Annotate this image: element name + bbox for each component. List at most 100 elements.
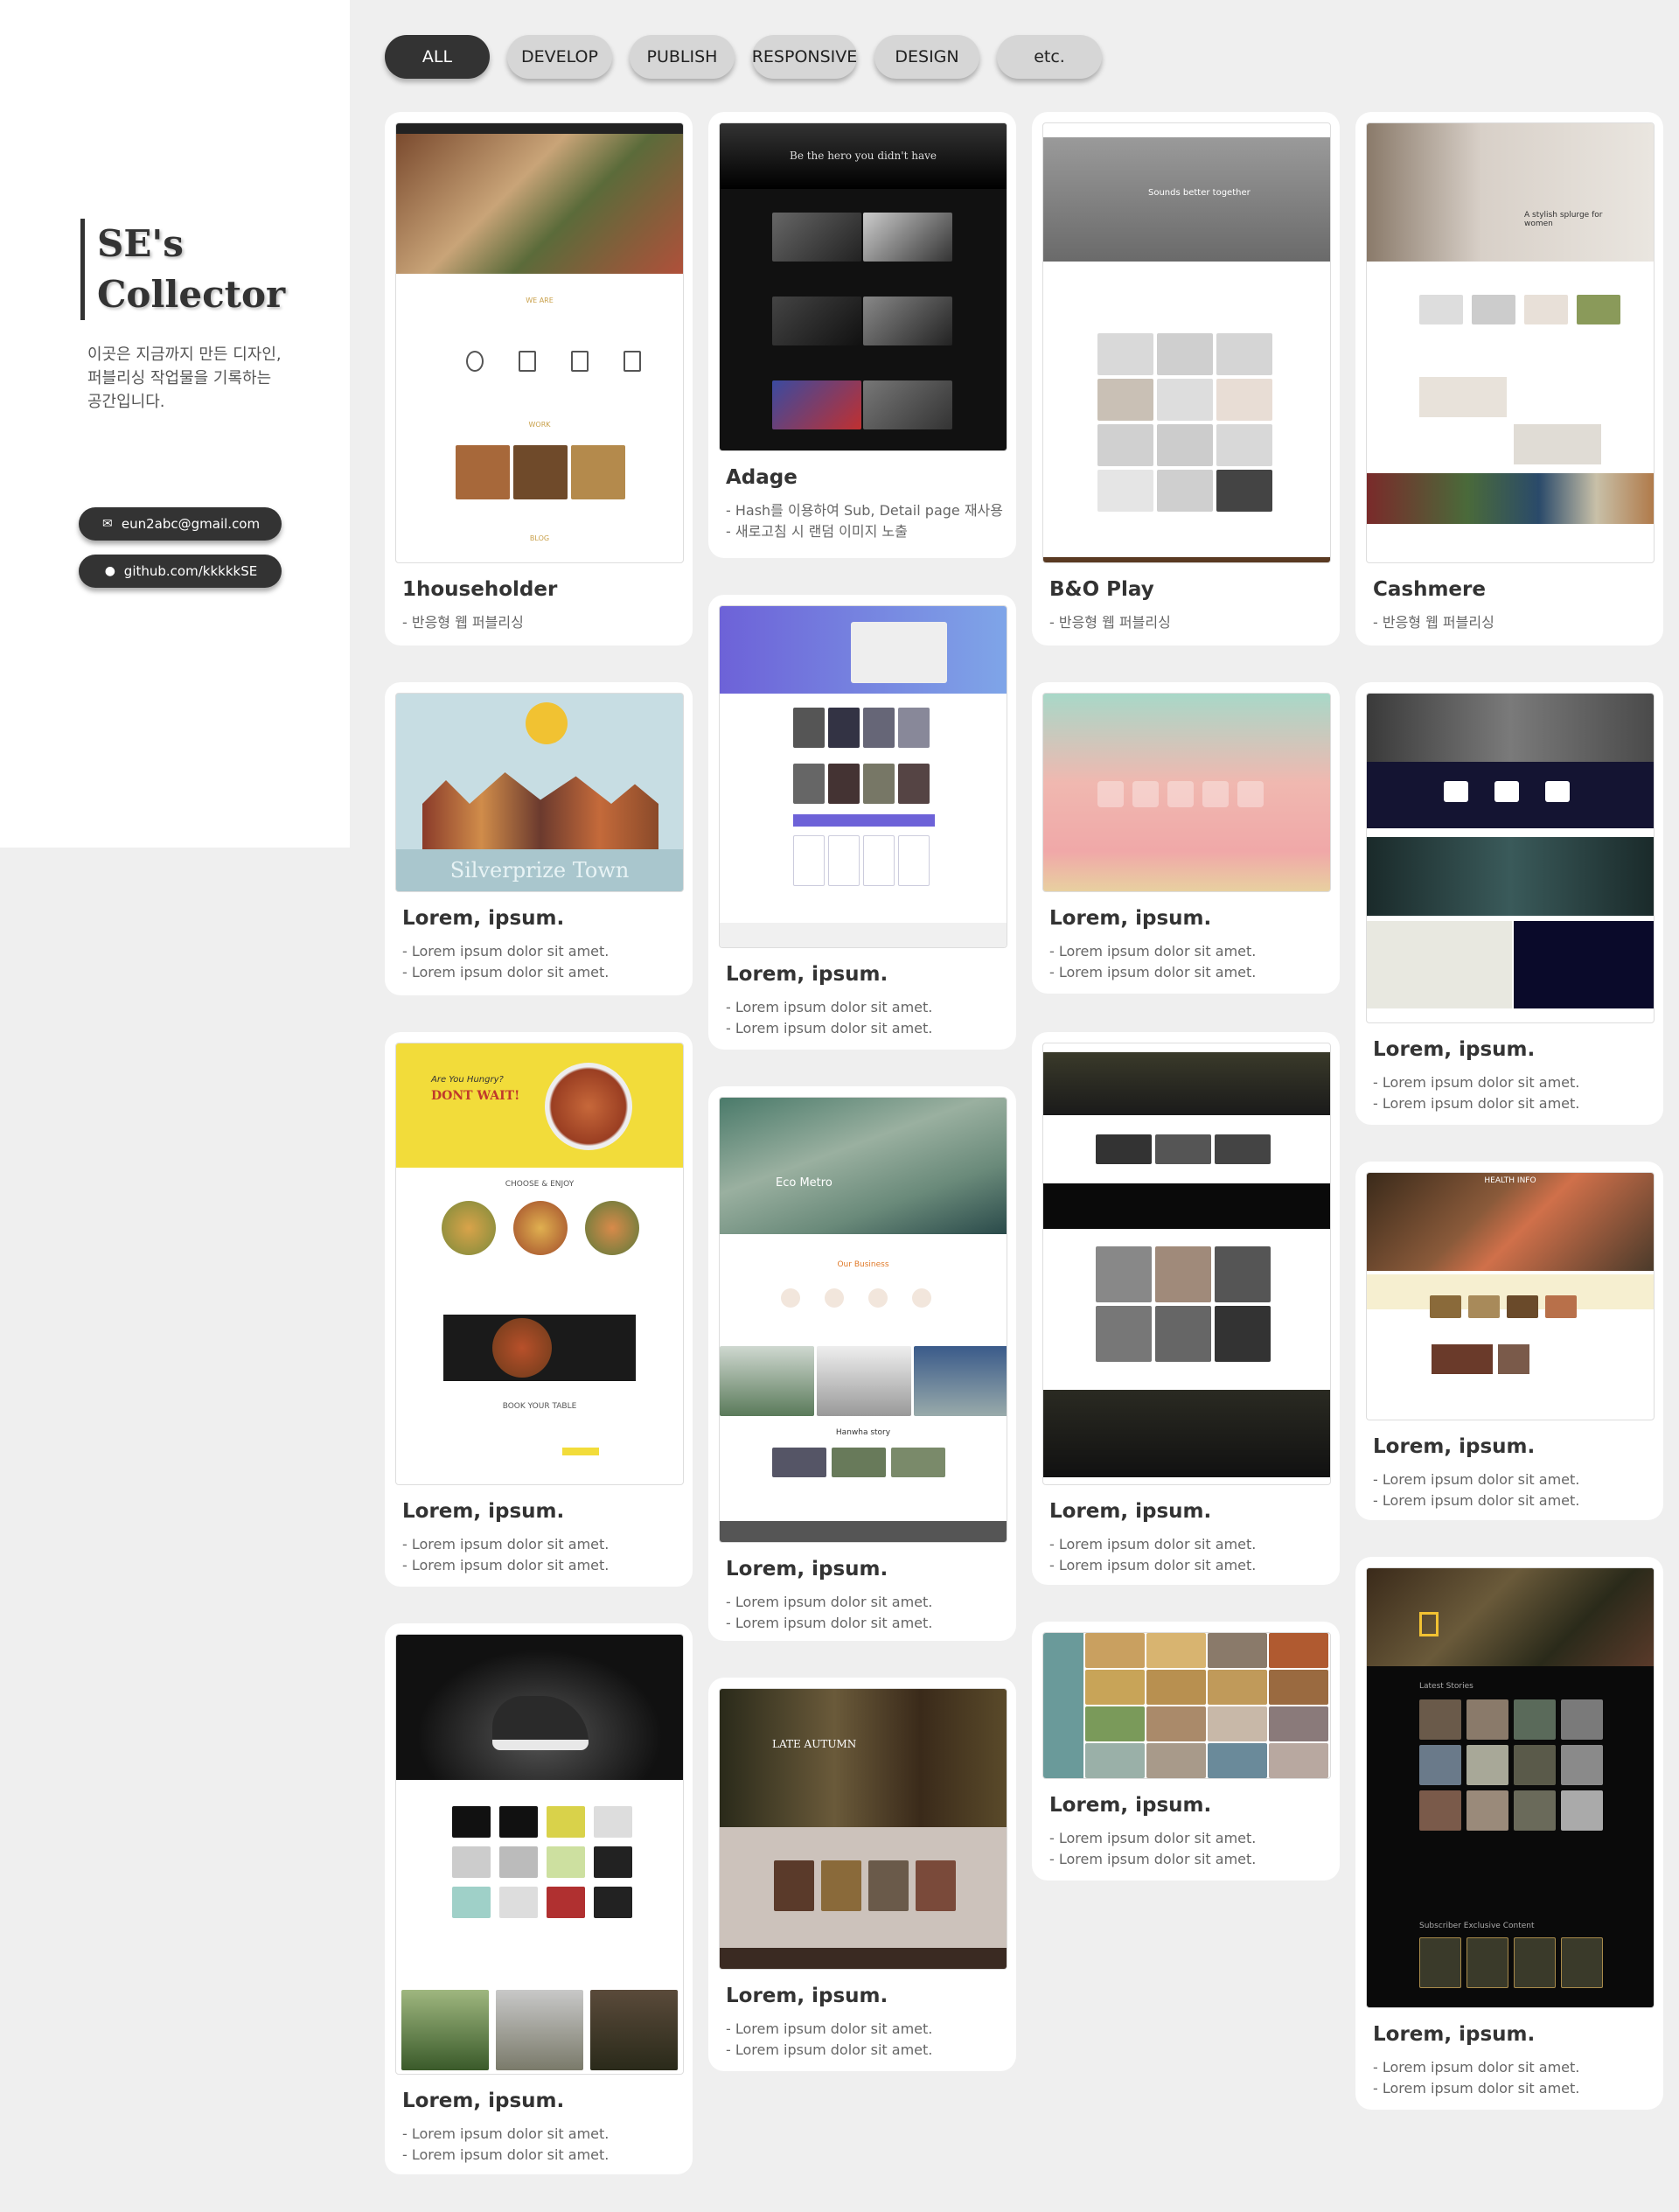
card-title: B&O Play <box>1049 578 1154 601</box>
project-thumbnail: Latest Stories Subscriber Exclusive Cont… <box>1366 1567 1655 2008</box>
portfolio-card[interactable]: Latest Stories Subscriber Exclusive Cont… <box>1355 1557 1663 2110</box>
card-title: Lorem, ipsum. <box>1049 1500 1212 1523</box>
project-thumbnail <box>1042 693 1331 892</box>
card-title: Cashmere <box>1373 578 1486 601</box>
portfolio-card[interactable]: Lorem, ipsum. - Lorem ipsum dolor sit am… <box>1355 682 1663 1125</box>
card-title: Lorem, ipsum. <box>1373 2023 1536 2046</box>
portfolio-card[interactable]: Silverprize Town Lorem, ipsum. - Lorem i… <box>385 682 693 995</box>
card-title: Lorem, ipsum. <box>1049 907 1212 930</box>
project-thumbnail <box>1042 1632 1331 1779</box>
project-thumbnail: Silverprize Town <box>395 693 684 892</box>
card-description: - Lorem ipsum dolor sit amet. - Lorem ips… <box>726 999 933 1036</box>
card-description: - Lorem ipsum dolor sit amet. - Lorem ips… <box>402 943 610 980</box>
filter-design[interactable]: DESIGN <box>874 35 979 79</box>
github-link[interactable]: ● github.com/kkkkkSE <box>79 555 282 588</box>
portfolio-card[interactable]: LATE AUTUMN Lorem, ipsum. - Lorem ipsum … <box>708 1678 1016 2071</box>
card-description: - Lorem ipsum dolor sit amet. - Lorem ips… <box>1373 2059 1580 2097</box>
portfolio-card[interactable]: Sounds better together B&O Play - 반응형 웹 … <box>1032 112 1340 645</box>
filter-etc[interactable]: etc. <box>997 35 1102 79</box>
card-description: - Lorem ipsum dolor sit amet. - Lorem ips… <box>726 2020 933 2058</box>
card-title: Lorem, ipsum. <box>1373 1038 1536 1061</box>
email-text: eun2abc@gmail.com <box>121 516 261 532</box>
thumb-caption: Our Business <box>837 1260 889 1269</box>
filter-all[interactable]: ALL <box>385 35 490 79</box>
project-thumbnail: WE ARE WORK BLOG <box>395 122 684 563</box>
card-description: - Lorem ipsum dolor sit amet. - Lorem ips… <box>1049 943 1257 980</box>
card-description: - Lorem ipsum dolor sit amet. - Lorem ips… <box>1373 1471 1580 1509</box>
thumb-caption: BOOK YOUR TABLE <box>502 1402 577 1411</box>
portfolio-card[interactable]: WE ARE WORK BLOG 1householder - 반응형 웹 퍼블… <box>385 112 693 645</box>
card-description: - 반응형 웹 퍼블리싱 <box>1049 614 1171 631</box>
portfolio-card[interactable]: A stylish splurge for women Cashmere - 반… <box>1355 112 1663 645</box>
project-thumbnail <box>719 605 1007 948</box>
card-description: - Lorem ipsum dolor sit amet. - Lorem ips… <box>1049 1830 1257 1867</box>
card-description: - 반응형 웹 퍼블리싱 <box>1373 614 1494 631</box>
portfolio-card[interactable]: HEALTH INFO Lorem, ipsum. - Lorem ipsum … <box>1355 1162 1663 1520</box>
site-title-line1: SE's <box>97 222 184 265</box>
thumb-caption: Silverprize Town <box>396 849 683 891</box>
portfolio-card[interactable]: Lorem, ipsum. - Lorem ipsum dolor sit am… <box>1032 1032 1340 1585</box>
card-description: - Lorem ipsum dolor sit amet. - Lorem ips… <box>1373 1074 1580 1112</box>
site-title: SE's Collector <box>80 219 285 320</box>
thumb-caption: Latest Stories <box>1419 1682 1473 1691</box>
project-thumbnail: Are You Hungry? DONT WAIT! CHOOSE & ENJO… <box>395 1043 684 1485</box>
project-thumbnail: A stylish splurge for women <box>1366 122 1655 563</box>
card-description: - Lorem ipsum dolor sit amet. - Lorem ips… <box>1049 1536 1257 1574</box>
card-title: Lorem, ipsum. <box>402 2090 565 2112</box>
portfolio-card[interactable]: Be the hero you didn't have Adage - Hash… <box>708 112 1016 558</box>
email-link[interactable]: ✉ eun2abc@gmail.com <box>79 507 282 541</box>
project-thumbnail: HEALTH INFO <box>1366 1172 1655 1420</box>
card-description: - Hash를 이용하여 Sub, Detail page 재사용 - 새로고침 … <box>726 502 1003 540</box>
card-title: Lorem, ipsum. <box>726 1985 888 2007</box>
project-thumbnail: Eco Metro Our Business Hanwha story <box>719 1097 1007 1543</box>
filter-responsive[interactable]: RESPONSIVE <box>752 35 857 79</box>
thumb-caption: Eco Metro <box>776 1176 833 1190</box>
portfolio-card[interactable]: Eco Metro Our Business Hanwha story Lore… <box>708 1086 1016 1641</box>
filter-publish[interactable]: PUBLISH <box>630 35 735 79</box>
thumb-caption: Sounds better together <box>1148 188 1251 198</box>
portfolio-card[interactable]: Lorem, ipsum. - Lorem ipsum dolor sit am… <box>708 595 1016 1050</box>
card-title: Adage <box>726 466 798 489</box>
thumb-caption: Hanwha story <box>835 1428 891 1437</box>
project-thumbnail: Sounds better together <box>1042 122 1331 563</box>
card-description: - 반응형 웹 퍼블리싱 <box>402 614 524 631</box>
project-thumbnail <box>1042 1043 1331 1485</box>
intro-line: 퍼블리싱 작업물을 기록하는 <box>87 369 272 387</box>
project-thumbnail: LATE AUTUMN <box>719 1688 1007 1970</box>
site-title-line2: Collector <box>97 273 286 316</box>
github-text: github.com/kkkkkSE <box>123 563 258 579</box>
thumb-caption: Are You Hungry? <box>431 1075 504 1085</box>
thumb-caption: LATE AUTUMN <box>772 1738 857 1750</box>
thumb-caption: DONT WAIT! <box>431 1089 520 1103</box>
project-thumbnail <box>395 1634 684 2075</box>
portfolio-card[interactable]: Lorem, ipsum. - Lorem ipsum dolor sit am… <box>1032 682 1340 994</box>
card-title: Lorem, ipsum. <box>402 1500 565 1523</box>
project-thumbnail <box>1366 693 1655 1023</box>
card-title: 1householder <box>402 578 558 601</box>
thumb-caption: Subscriber Exclusive Content <box>1419 1922 1535 1930</box>
portfolio-card[interactable]: Lorem, ipsum. - Lorem ipsum dolor sit am… <box>385 1623 693 2174</box>
category-filters: ALL DEVELOP PUBLISH RESPONSIVE DESIGN et… <box>385 35 1102 79</box>
card-description: - Lorem ipsum dolor sit amet. - Lorem ips… <box>726 1594 933 1631</box>
portfolio-card[interactable]: Are You Hungry? DONT WAIT! CHOOSE & ENJO… <box>385 1032 693 1587</box>
card-title: Lorem, ipsum. <box>1049 1794 1212 1817</box>
card-title: Lorem, ipsum. <box>726 963 888 986</box>
github-icon: ● <box>104 564 115 578</box>
thumb-caption: CHOOSE & ENJOY <box>505 1180 575 1189</box>
intro-line: 이곳은 지금까지 만든 디자인, <box>87 345 282 364</box>
filter-develop[interactable]: DEVELOP <box>507 35 612 79</box>
thumb-caption: Be the hero you didn't have <box>720 123 1007 189</box>
intro-text: 이곳은 지금까지 만든 디자인, 퍼블리싱 작업물을 기록하는 공간입니다. <box>87 343 324 414</box>
portfolio-card[interactable]: Lorem, ipsum. - Lorem ipsum dolor sit am… <box>1032 1622 1340 1881</box>
card-title: Lorem, ipsum. <box>726 1558 888 1580</box>
thumb-caption: A stylish splurge for women <box>1524 211 1603 228</box>
project-thumbnail: Be the hero you didn't have <box>719 122 1007 451</box>
sidebar: SE's Collector 이곳은 지금까지 만든 디자인, 퍼블리싱 작업물… <box>0 0 350 848</box>
thumb-caption: HEALTH INFO <box>1484 1176 1536 1185</box>
envelope-icon: ✉ <box>102 517 113 531</box>
card-title: Lorem, ipsum. <box>402 907 565 930</box>
card-title: Lorem, ipsum. <box>1373 1435 1536 1458</box>
card-description: - Lorem ipsum dolor sit amet. - Lorem ips… <box>402 2125 610 2163</box>
intro-line: 공간입니다. <box>87 393 165 411</box>
card-description: - Lorem ipsum dolor sit amet. - Lorem ips… <box>402 1536 610 1574</box>
